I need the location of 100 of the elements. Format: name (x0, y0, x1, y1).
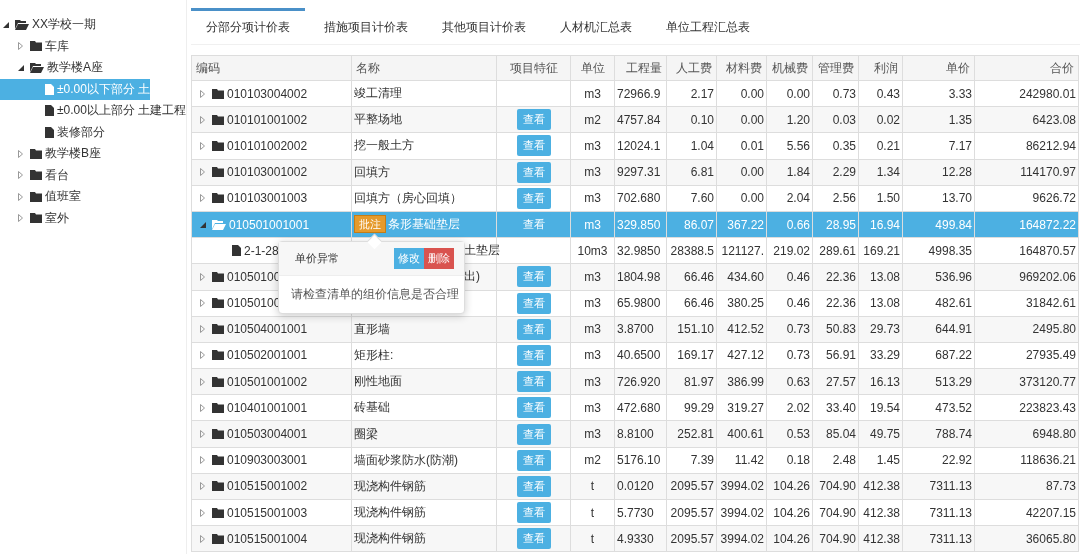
table-cell: 0.46 (766, 290, 813, 317)
table-cell: 7311.13 (902, 499, 975, 526)
table-cell: 86212.94 (974, 132, 1079, 160)
folder-icon (212, 507, 224, 518)
tree-item[interactable]: XX学校一期 (0, 14, 150, 36)
expand-triangle-icon[interactable] (200, 456, 205, 465)
table-cell: 412.38 (858, 473, 903, 500)
expand-triangle-icon[interactable] (200, 508, 205, 517)
table-cell: 788.74 (902, 420, 975, 448)
expand-triangle-icon[interactable] (200, 403, 205, 412)
table-cell: 4998.35 (902, 237, 975, 264)
table-cell: 644.91 (902, 316, 975, 343)
expand-triangle-icon[interactable] (200, 377, 205, 386)
table-row[interactable]: 010103004002 竣工清理 m3 72966.9 2.17 0.00 0.00 0.73 0.43 3.33 242980.01 (191, 80, 1079, 107)
table-row[interactable]: 010101001002 平整场地 查看 m2 4757.84 0.10 0.00 1.20 0.03 0.02 1.35 6423.08 (191, 106, 1079, 133)
item-code: 010101001002 (227, 112, 308, 127)
tree-item[interactable]: 装修部分 (0, 121, 150, 143)
table-cell: 4.9330 (614, 525, 667, 552)
table-cell: 242980.01 (974, 80, 1079, 107)
expand-triangle-icon[interactable] (200, 272, 205, 281)
item-code: 010515001003 (227, 505, 308, 520)
collapse-triangle-icon[interactable] (200, 221, 206, 228)
tree-item[interactable]: ±0.00以上部分 土建工程 (0, 100, 187, 122)
expand-triangle-icon[interactable] (200, 194, 205, 203)
table-row[interactable]: 010502001001 矩形柱: 查看 m3 40.6500 169.17 427.12 0.73 56.91 33.29 687.22 27935.49 (191, 342, 1079, 369)
tree-item[interactable]: 看台 (0, 164, 150, 186)
table-cell: 104.26 (766, 525, 813, 552)
delete-button[interactable]: 删除 (424, 248, 454, 269)
item-code: 010401001001 (227, 400, 308, 415)
table-cell: 6.81 (666, 159, 717, 186)
table-row[interactable]: 010515001003 现浇构件钢筋 查看 t 5.7730 2095.57 3994.02 104.26 704.90 412.38 7311.13 42207.15 (191, 499, 1079, 526)
table-row[interactable]: 010103001002 回填方 查看 m3 9297.31 6.81 0.00 1.84 2.29 1.34 12.28 114170.97 (191, 159, 1079, 186)
tab[interactable]: 措施项目计价表 (309, 8, 423, 44)
table-row[interactable]: 010501001002 刚性地面 查看 m3 726.920 81.97 386.99 0.63 27.57 16.13 513.29 373120.77 (191, 368, 1079, 395)
table-cell: 1804.98 (614, 263, 667, 290)
table-cell: 16.13 (858, 368, 903, 395)
tab[interactable]: 其他项目计价表 (427, 8, 541, 44)
expand-triangle-icon[interactable] (18, 42, 23, 51)
table-row[interactable]: 010103001003 回填方（房心回填） 查看 m3 702.680 7.60 0.00 2.04 2.56 1.50 13.70 9626.72 (191, 185, 1079, 212)
tab[interactable]: 单位工程汇总表 (651, 8, 765, 44)
folder-icon (212, 88, 224, 99)
tree-item[interactable]: 车库 (0, 35, 150, 57)
table-cell: 169.17 (666, 342, 717, 369)
folder-icon (212, 533, 224, 544)
table-cell: 1.45 (858, 447, 903, 474)
table-cell: 5.56 (766, 132, 813, 160)
table-cell: 3.8700 (614, 316, 667, 343)
table-cell: 104.26 (766, 499, 813, 526)
tab[interactable]: 人材机汇总表 (545, 8, 647, 44)
table-row[interactable]: 010903003001 墙面砂浆防水(防潮) 查看 m2 5176.10 7.39 11.42 0.18 2.48 1.45 22.92 118636.21 (191, 447, 1079, 474)
table-cell: m2 (570, 447, 615, 474)
table-cell: 380.25 (716, 290, 767, 317)
table-row[interactable]: 010503004001 圈梁 查看 m3 8.8100 252.81 400.61 0.53 85.04 49.75 788.74 6948.80 (191, 420, 1079, 448)
table-cell: 28388.5 (666, 237, 717, 264)
item-code: 010103001002 (227, 165, 308, 180)
item-code: 010501001002 (227, 374, 308, 389)
column-header: 材料费 (716, 55, 767, 81)
table-cell: 87.73 (974, 473, 1079, 500)
tree-item[interactable]: 教学楼B座 (0, 143, 150, 165)
expand-triangle-icon[interactable] (18, 171, 23, 180)
table-cell: 12.28 (902, 159, 975, 186)
column-header: 管理费 (812, 55, 859, 81)
table-cell: 墙面砂浆防水(防潮) (351, 447, 497, 474)
tree-item[interactable]: 室外 (0, 207, 150, 229)
item-code: 010103004002 (227, 86, 308, 101)
collapse-triangle-icon[interactable] (18, 64, 24, 71)
expand-triangle-icon[interactable] (200, 482, 205, 491)
expand-triangle-icon[interactable] (200, 141, 205, 150)
expand-triangle-icon[interactable] (200, 351, 205, 360)
item-code: 010515001004 (227, 531, 308, 546)
table-cell: 5176.10 (614, 447, 667, 474)
column-header: 工程量 (614, 55, 667, 81)
table-row[interactable]: 010101002002 挖一般土方 查看 m3 12024.1 1.04 0.01 5.56 0.35 0.21 7.17 86212.94 (191, 132, 1079, 160)
expand-triangle-icon[interactable] (200, 325, 205, 334)
expand-triangle-icon[interactable] (200, 168, 205, 177)
expand-triangle-icon[interactable] (200, 89, 205, 98)
expand-triangle-icon[interactable] (200, 430, 205, 439)
table-cell: 151.10 (666, 316, 717, 343)
table-row[interactable]: 010515001002 现浇构件钢筋 查看 t 0.0120 2095.57 3994.02 104.26 704.90 412.38 7311.13 87.73 (191, 473, 1079, 500)
table-cell: 412.38 (858, 499, 903, 526)
table-cell: 65.9800 (614, 290, 667, 317)
table-cell: m3 (570, 342, 615, 369)
table-cell: m3 (570, 290, 615, 317)
table-cell: 969202.06 (974, 263, 1079, 290)
table-row[interactable]: 010504001001 直形墙 查看 m3 3.8700 151.10 412.52 0.73 50.83 29.73 644.91 2495.80 (191, 316, 1079, 343)
expand-triangle-icon[interactable] (200, 115, 205, 124)
expand-triangle-icon[interactable] (200, 299, 205, 308)
table-cell: 386.99 (716, 368, 767, 395)
item-code: 2-1-28 (244, 243, 279, 258)
table-row[interactable]: 010515001004 现浇构件钢筋 查看 t 4.9330 2095.57 3994.02 104.26 704.90 412.38 7311.13 36065.80 (191, 525, 1079, 552)
table-row[interactable]: 010401001001 砖基础 查看 m3 472.680 99.29 319.27 2.02 33.40 19.54 473.52 223823.43 (191, 394, 1079, 421)
tree-item[interactable]: 值班室 (0, 186, 150, 208)
expand-triangle-icon[interactable] (200, 534, 205, 543)
expand-triangle-icon[interactable] (18, 149, 23, 158)
tree-item[interactable]: 教学楼A座 (0, 57, 150, 79)
table-cell: 1.34 (858, 159, 903, 186)
table-cell: 0.00 (716, 80, 767, 107)
expand-triangle-icon[interactable] (18, 192, 23, 201)
expand-triangle-icon[interactable] (18, 214, 23, 223)
collapse-triangle-icon[interactable] (3, 21, 9, 28)
